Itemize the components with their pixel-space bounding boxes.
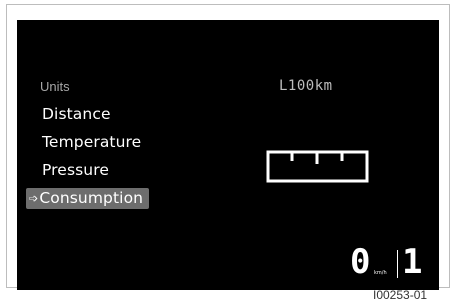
menu-item-pressure[interactable]: Pressure [42,161,109,179]
arrow-right-icon: ➩ [29,192,39,205]
segmented-gauge-icon [266,150,369,183]
gear-indicator: 1 [402,242,423,282]
instrument-display: Units Distance Temperature Pressure ➩Con… [17,20,439,290]
readout-divider [397,250,398,278]
menu-title: Units [40,79,70,94]
speed-unit: km/h [374,270,387,276]
speed-readout: 0 [350,242,371,282]
menu-item-consumption[interactable]: ➩Consumption [26,188,150,209]
menu-item-consumption-label: Consumption [39,189,144,207]
setting-value: L100km [279,78,333,94]
figure-reference-code: I00253-01 [373,288,428,302]
menu-item-distance[interactable]: Distance [42,105,111,123]
menu-item-temperature[interactable]: Temperature [42,133,141,151]
